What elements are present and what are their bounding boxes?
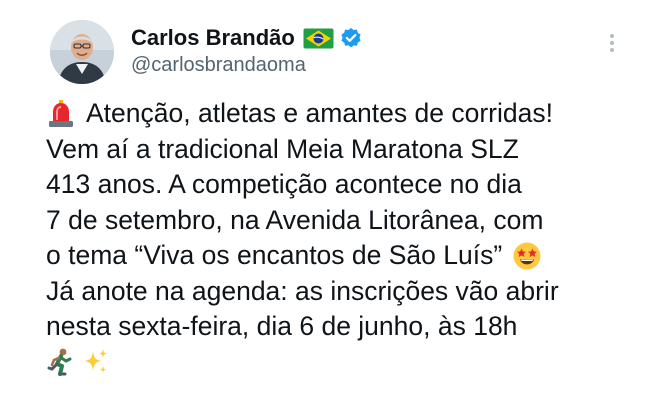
verified-badge-icon: [340, 27, 362, 49]
more-options-icon[interactable]: [600, 28, 624, 58]
tweet-header: Carlos Brandão @carlosbrandaoma: [50, 20, 630, 84]
tweet-line-text: 413 anos. A competição acontece no dia: [46, 169, 522, 199]
tweet-line: Já anote na agenda: as inscrições vão ab…: [46, 274, 646, 310]
tweet-line: Vem aí a tradicional Meia Maratona SLZ: [46, 132, 646, 168]
rotating-light-emoji: [46, 99, 76, 129]
tweet-line: 7 de setembro, na Avenida Litorânea, com: [46, 203, 646, 239]
tweet-line-text: 7 de setembro, na Avenida Litorânea, com: [46, 204, 544, 235]
display-name-row: Carlos Brandão: [131, 24, 362, 52]
author-names: Carlos Brandão @carlosbrandaoma: [131, 24, 362, 77]
more-dot: [610, 34, 614, 38]
author-handle[interactable]: @carlosbrandaoma: [131, 54, 362, 77]
tweet-line: o tema “Viva os encantos de São Luís”: [46, 238, 646, 274]
tweet-line-text: nesta sexta-feira, dia 6 de junho, às 18…: [46, 311, 518, 341]
tweet-line-text: Já anote na agenda: as inscrições vão ab…: [46, 275, 559, 306]
more-dot: [610, 41, 614, 45]
tweet-line: 413 anos. A competição acontece no dia: [46, 167, 646, 203]
sparkles-emoji: [80, 347, 110, 377]
tweet-text: Atenção, atletas e amantes de corridas! …: [46, 96, 646, 380]
tweet-line: [46, 345, 646, 381]
tweet-card: Carlos Brandão @carlosbrandaoma Atenção,…: [0, 0, 650, 419]
avatar-photo: [50, 20, 114, 84]
tweet-line: Atenção, atletas e amantes de corridas!: [46, 96, 646, 132]
tweet-line: nesta sexta-feira, dia 6 de junho, às 18…: [46, 309, 646, 345]
tweet-line-text: Vem aí a tradicional Meia Maratona SLZ: [46, 133, 519, 164]
tweet-line-text: o tema “Viva os encantos de São Luís”: [46, 240, 503, 270]
tweet-line-text: Atenção, atletas e amantes de corridas!: [86, 98, 553, 128]
star-struck-emoji: [512, 241, 542, 271]
more-dot: [610, 48, 614, 52]
display-name[interactable]: Carlos Brandão: [131, 25, 295, 51]
brazil-flag-icon: [303, 28, 334, 49]
avatar[interactable]: [50, 20, 114, 84]
person-running-emoji: [46, 347, 76, 377]
